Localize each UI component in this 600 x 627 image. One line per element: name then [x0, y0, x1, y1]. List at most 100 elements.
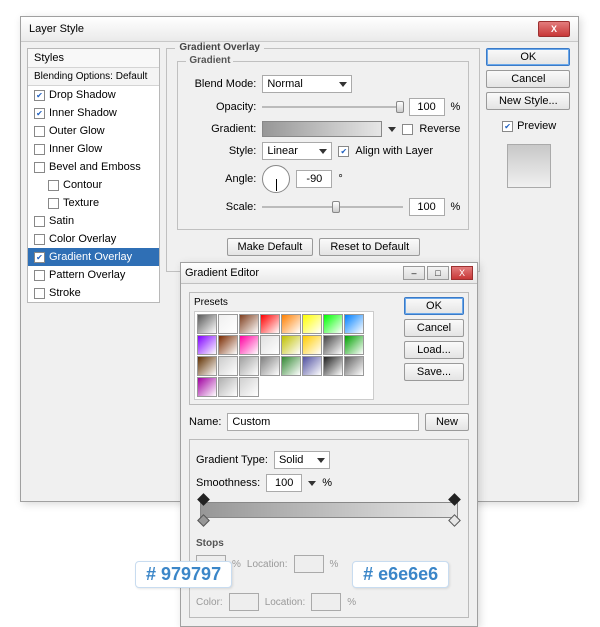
gradient-editor-titlebar[interactable]: Gradient Editor – □ X [181, 263, 477, 284]
color-stop-right[interactable] [448, 514, 461, 527]
preset-swatch[interactable] [281, 314, 301, 334]
scale-input[interactable] [409, 198, 445, 216]
new-style-button[interactable]: New Style... [486, 92, 570, 110]
angle-wheel[interactable] [262, 165, 290, 193]
style-label: Pattern Overlay [49, 269, 125, 281]
style-row-color-overlay[interactable]: Color Overlay [28, 230, 159, 248]
opacity-stop-left[interactable] [197, 493, 210, 506]
preset-swatch[interactable] [302, 335, 322, 355]
preset-swatch[interactable] [281, 356, 301, 376]
style-checkbox[interactable] [34, 234, 45, 245]
style-row-texture[interactable]: Texture [28, 194, 159, 212]
style-checkbox[interactable] [48, 198, 59, 209]
style-checkbox[interactable] [34, 126, 45, 137]
style-row-stroke[interactable]: Stroke [28, 284, 159, 302]
style-checkbox[interactable] [34, 288, 45, 299]
preset-swatch[interactable] [197, 377, 217, 397]
reset-default-button[interactable]: Reset to Default [319, 238, 420, 256]
reverse-checkbox[interactable] [402, 124, 413, 135]
style-row-outer-glow[interactable]: Outer Glow [28, 122, 159, 140]
preview-checkbox[interactable] [502, 121, 513, 132]
ok-button[interactable]: OK [486, 48, 570, 66]
gradient-swatch[interactable] [262, 121, 382, 137]
gradient-bar[interactable] [200, 502, 458, 518]
preset-swatch[interactable] [197, 314, 217, 334]
style-row-bevel-and-emboss[interactable]: Bevel and Emboss [28, 158, 159, 176]
style-label: Color Overlay [49, 233, 116, 245]
ge-ok-button[interactable]: OK [404, 297, 464, 315]
ge-load-button[interactable]: Load... [404, 341, 464, 359]
close-icon[interactable]: X [451, 266, 473, 280]
minimize-icon[interactable]: – [403, 266, 425, 280]
opacity-stop-right[interactable] [448, 493, 461, 506]
style-label: Bevel and Emboss [49, 161, 141, 173]
color-stop-left[interactable] [197, 514, 210, 527]
style-row-pattern-overlay[interactable]: Pattern Overlay [28, 266, 159, 284]
smoothness-label: Smoothness: [196, 477, 260, 489]
styles-header[interactable]: Styles [28, 49, 159, 68]
layer-style-titlebar[interactable]: Layer Style X [21, 17, 578, 42]
make-default-button[interactable]: Make Default [227, 238, 314, 256]
style-checkbox[interactable] [34, 252, 45, 263]
cancel-button[interactable]: Cancel [486, 70, 570, 88]
style-checkbox[interactable] [34, 216, 45, 227]
angle-input[interactable] [296, 170, 332, 188]
ge-new-button[interactable]: New [425, 413, 469, 431]
style-row-inner-shadow[interactable]: Inner Shadow [28, 104, 159, 122]
close-icon[interactable]: X [538, 21, 570, 37]
style-checkbox[interactable] [34, 108, 45, 119]
blending-header[interactable]: Blending Options: Default [28, 68, 159, 86]
preset-swatch[interactable] [260, 335, 280, 355]
preset-swatch[interactable] [302, 314, 322, 334]
ge-save-button[interactable]: Save... [404, 363, 464, 381]
gradient-type-select[interactable]: Solid [274, 451, 330, 469]
preset-swatch[interactable] [344, 314, 364, 334]
preset-swatch[interactable] [218, 356, 238, 376]
preset-swatch[interactable] [218, 314, 238, 334]
style-row-gradient-overlay[interactable]: Gradient Overlay [28, 248, 159, 266]
opacity-input[interactable] [409, 98, 445, 116]
preset-swatch[interactable] [239, 377, 259, 397]
style-checkbox[interactable] [48, 180, 59, 191]
style-checkbox[interactable] [34, 162, 45, 173]
preset-swatch[interactable] [344, 335, 364, 355]
preset-swatch[interactable] [239, 356, 259, 376]
style-row-inner-glow[interactable]: Inner Glow [28, 140, 159, 158]
style-label: Gradient Overlay [49, 251, 132, 263]
ge-cancel-button[interactable]: Cancel [404, 319, 464, 337]
preset-swatch[interactable] [260, 314, 280, 334]
preset-swatch[interactable] [281, 335, 301, 355]
preset-swatch[interactable] [344, 356, 364, 376]
style-select[interactable]: Linear [262, 142, 332, 160]
preview-swatch [507, 144, 551, 188]
style-checkbox[interactable] [34, 90, 45, 101]
chevron-down-icon[interactable] [388, 127, 396, 132]
preset-swatch[interactable] [302, 356, 322, 376]
scale-slider[interactable] [262, 206, 402, 208]
chevron-down-icon[interactable] [308, 481, 316, 486]
preset-swatch[interactable] [239, 335, 259, 355]
smoothness-input[interactable] [266, 474, 302, 492]
preset-swatch[interactable] [239, 314, 259, 334]
style-row-drop-shadow[interactable]: Drop Shadow [28, 86, 159, 104]
preset-swatch[interactable] [218, 335, 238, 355]
style-checkbox[interactable] [34, 270, 45, 281]
preset-swatch[interactable] [197, 335, 217, 355]
preset-swatch[interactable] [260, 356, 280, 376]
blend-mode-select[interactable]: Normal [262, 75, 352, 93]
preset-swatch[interactable] [323, 335, 343, 355]
preset-swatch[interactable] [323, 356, 343, 376]
style-row-satin[interactable]: Satin [28, 212, 159, 230]
style-checkbox[interactable] [34, 144, 45, 155]
maximize-icon[interactable]: □ [427, 266, 449, 280]
preset-swatch[interactable] [323, 314, 343, 334]
style-label: Style: [186, 145, 256, 157]
name-input[interactable] [227, 413, 419, 431]
style-row-contour[interactable]: Contour [28, 176, 159, 194]
color-stop-swatch [229, 593, 259, 611]
opacity-slider[interactable] [262, 106, 402, 108]
preset-swatch[interactable] [197, 356, 217, 376]
align-checkbox[interactable] [338, 146, 349, 157]
angle-label: Angle: [186, 173, 256, 185]
preset-swatch[interactable] [218, 377, 238, 397]
